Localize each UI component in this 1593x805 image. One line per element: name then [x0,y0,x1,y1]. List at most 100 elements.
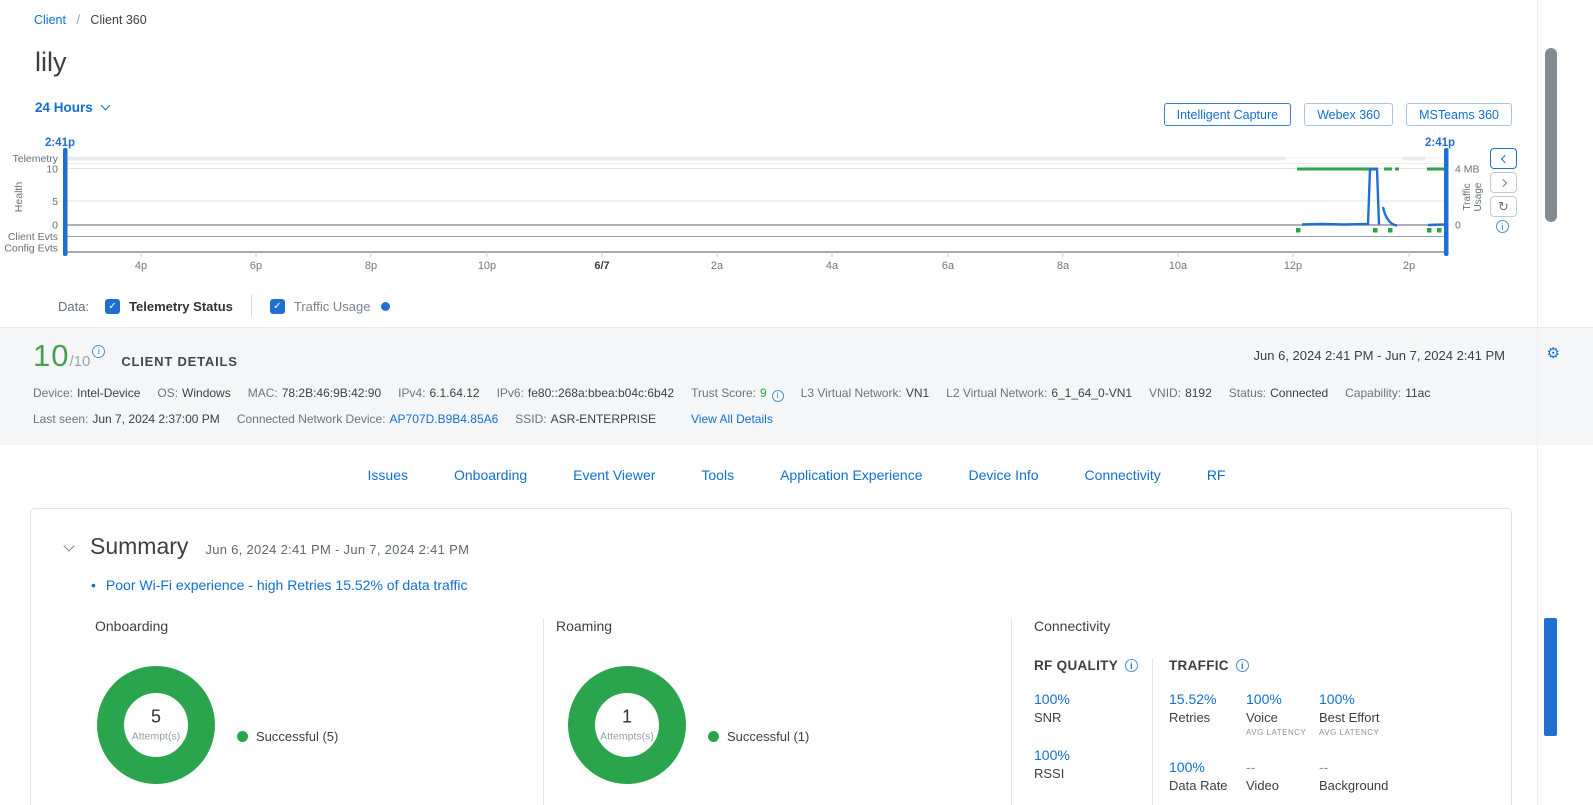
field-vnid: VNID:8192 [1149,386,1212,402]
chart-info-icon[interactable]: i [1496,220,1509,233]
onboarding-column: Onboarding 5 Attempt(s) Successful (5) [31,618,543,805]
field-os: OS:Windows [157,386,230,402]
x-tick-label: 2a [711,260,724,272]
view-all-details-link[interactable]: View All Details [691,412,773,426]
chevron-down-icon [100,101,110,111]
chart-data-legend: Data: Telemetry Status Traffic Usage [0,285,1593,327]
axis-label-client-evts: Client Evts [8,231,58,243]
client-event-marker [1373,228,1378,233]
connectivity-title: Connectivity [1034,618,1511,634]
roaming-column: Roaming 1 Attempts(s) Successful (1) [543,618,1011,805]
data-label: Data: [58,299,89,314]
metric-snr: 100% SNR [1034,691,1152,725]
pan-right-button[interactable] [1490,172,1517,193]
time-range-dropdown[interactable]: 24 Hours [35,100,109,115]
telemetry-status-checkbox[interactable] [105,299,120,314]
success-dot-icon [237,731,248,742]
summary-columns: Onboarding 5 Attempt(s) Successful (5) R… [31,618,1511,805]
metric-data-rate: 100% Data Rate [1169,759,1246,793]
roaming-title: Roaming [556,618,1011,634]
client-event-marker [1427,228,1432,233]
roaming-donut-wrap: 1 Attempts(s) Successful (1) [556,666,1011,784]
traffic-usage-checkbox[interactable] [270,299,285,314]
rf-quality-info-icon[interactable]: i [1125,659,1138,672]
roaming-legend: Successful (1) [708,689,809,784]
chevron-left-icon [1500,154,1508,162]
connected-device-link[interactable]: AP707D.B9B4.85A6 [390,412,499,426]
tab-device-info[interactable]: Device Info [969,467,1039,483]
wifi-insight-link[interactable]: Poor Wi-Fi experience - high Retries 15.… [91,577,1511,593]
breadcrumb-client-link[interactable]: Client [34,13,66,27]
x-tick-label: 2p [1403,260,1415,272]
range-handle-left[interactable] [63,148,68,256]
tab-issues[interactable]: Issues [368,467,408,483]
x-tick-label: 4a [826,260,839,272]
webex-360-button[interactable]: Webex 360 [1304,103,1393,126]
axis-tick-0: 0 [52,220,58,232]
x-tick-label: 12p [1284,260,1302,272]
connectivity-sections: RF QUALITY i 100% SNR 100% RSSI TRAFFIC [1034,658,1511,805]
tab-application-experience[interactable]: Application Experience [780,467,922,483]
rf-quality-header: RF QUALITY i [1034,658,1152,673]
gear-icon[interactable] [1547,344,1560,362]
telemetry-nodata-strip [1403,157,1425,161]
x-tick-label: 8p [365,260,377,272]
refresh-button[interactable] [1490,196,1517,217]
axis-label-traffic-usage: TrafficUsage [1462,182,1484,211]
axis-label-health: Health [13,182,25,213]
intelligent-capture-button[interactable]: Intelligent Capture [1164,103,1291,126]
metric-voice: 100% Voice AVG LATENCY [1246,691,1319,737]
traffic-info-icon[interactable]: i [1236,659,1249,672]
tab-onboarding[interactable]: Onboarding [454,467,527,483]
x-tick-marks [141,252,1409,257]
score-info-icon[interactable]: i [92,345,105,358]
metric-rssi: 100% RSSI [1034,747,1152,781]
axis-tick-0-right: 0 [1455,220,1461,232]
summary-title: Summary [90,533,188,560]
roaming-donut-chart: 1 Attempts(s) [568,666,686,784]
field-l3-vn: L3 Virtual Network:VN1 [801,386,930,402]
section-tabs: Issues Onboarding Event Viewer Tools App… [0,445,1593,505]
traffic-usage-label: Traffic Usage [294,299,371,314]
metric-video: -- Video [1246,759,1319,793]
health-score: 10 [33,338,69,374]
range-end-label: 2:41p [1425,137,1455,149]
summary-card: Summary Jun 6, 2024 2:41 PM - Jun 7, 202… [30,508,1512,805]
range-handle-right[interactable] [1444,148,1449,256]
x-tick-label: 10p [478,260,496,272]
header-buttons: Intelligent Capture Webex 360 MSTeams 36… [1164,103,1512,126]
x-tick-label: 10a [1169,260,1188,272]
scrollbar-blue-marker[interactable] [1544,618,1557,736]
timeline-svg: 2:41p 2:41p Telemetry 10 Health [0,135,1537,285]
traffic-usage-line [1428,225,1444,226]
onboarding-attempt-label: Attempt(s) [101,730,211,742]
field-device: Device:Intel-Device [33,386,140,402]
msteams-360-button[interactable]: MSTeams 360 [1406,103,1512,126]
axis-tick-4mb: 4 MB [1455,164,1480,176]
x-tick-label: 8a [1057,260,1070,272]
tab-connectivity[interactable]: Connectivity [1085,467,1161,483]
metric-retries: 15.52% Retries [1169,691,1246,737]
time-range-label: 24 Hours [35,100,93,115]
metric-best-effort: 100% Best Effort AVG LATENCY [1319,691,1511,737]
collapse-chevron-icon[interactable] [63,540,74,551]
onboarding-attempt-count: 5 [101,706,211,727]
connectivity-column: Connectivity RF QUALITY i 100% SNR 100% … [1011,618,1511,805]
field-last-seen: Last seen:Jun 7, 2024 2:37:00 PM [33,412,220,426]
tab-rf[interactable]: RF [1207,467,1226,483]
breadcrumb: Client / Client 360 [34,13,147,27]
details-date-range: Jun 6, 2024 2:41 PM - Jun 7, 2024 2:41 P… [1254,348,1506,363]
traffic-metrics-row-1: 15.52% Retries 100% Voice AVG LATENCY 10… [1169,673,1511,737]
telemetry-status-label: Telemetry Status [129,299,233,314]
metric-background: -- Background [1319,759,1511,793]
pan-left-button[interactable] [1490,148,1517,169]
field-mac: MAC:78:2B:46:9B:42:90 [248,386,381,402]
tab-event-viewer[interactable]: Event Viewer [573,467,655,483]
breadcrumb-separator: / [76,13,79,27]
tab-tools[interactable]: Tools [701,467,734,483]
axis-label-config-evts: Config Evts [4,243,58,255]
page-title: lily [35,47,67,78]
scrollbar-thumb[interactable] [1545,48,1557,222]
trust-score-info-icon[interactable]: i [772,390,784,402]
field-status: Status:Connected [1229,386,1328,402]
